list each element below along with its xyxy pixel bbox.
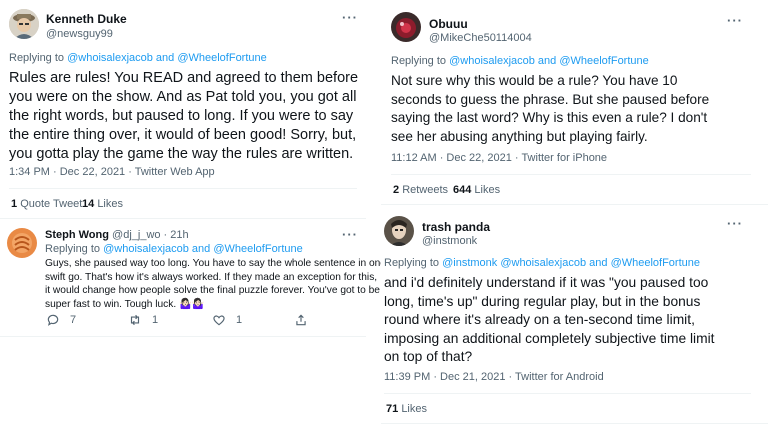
timestamp[interactable]: 11:39 PM · Dec 21, 2021 · Twitter for An… [384, 371, 604, 383]
share-button[interactable] [294, 313, 308, 327]
tweet-line: see her abusing anything but playing fai… [391, 128, 648, 144]
avatar[interactable] [9, 9, 39, 39]
share-icon [296, 314, 306, 326]
replying-prefix: Replying to [9, 52, 68, 64]
tweet-text: Rules are rules! You READ and agreed to … [9, 69, 364, 164]
tweet-line: Not sure why this would be a rule? You h… [391, 73, 678, 88]
tweet-line: long, time's up" during regular play, bu… [384, 293, 701, 309]
author-name[interactable]: Steph Wong [45, 229, 109, 241]
retweets-label: Retweets [402, 184, 449, 196]
more-icon[interactable]: ··· [727, 216, 743, 231]
divider [381, 423, 768, 424]
avatar[interactable] [391, 12, 421, 42]
likes-label: Likes [474, 184, 501, 196]
author-handle[interactable]: @MikeChe50114004 [429, 32, 532, 44]
tweet-text: Not sure why this would be a rule? You h… [391, 72, 766, 146]
like-button[interactable]: 1 [212, 313, 242, 327]
divider [0, 218, 366, 219]
retweet-icon [130, 314, 140, 326]
tweet-text: and i'd definitely understand if it was … [384, 274, 764, 367]
retweet-count: 1 [152, 314, 159, 326]
replying-to: Replying to @instmonk @whoisalexjacob an… [384, 257, 700, 269]
more-icon[interactable]: ··· [342, 227, 358, 242]
replying-to: Replying to @whoisalexjacob and @Wheelof… [391, 55, 649, 67]
author-name[interactable]: Kenneth Duke [46, 12, 127, 26]
replying-to: Replying to @whoisalexjacob and @Wheelof… [45, 243, 303, 255]
quote-label: Quote Tweet [20, 198, 83, 210]
tweet-line: round where it's already on a ten-second… [384, 312, 695, 328]
replying-prefix: Replying to [45, 243, 104, 255]
tweet-line: saying the last word? Why is this even a… [391, 110, 708, 125]
tweet-line: Rules are rules! You READ and agreed to … [9, 70, 359, 86]
tweet-line: swift go. That's how it's always worked.… [45, 271, 378, 283]
replying-to: Replying to @whoisalexjacob and @Wheelof… [9, 52, 267, 64]
quote-count: 1 [11, 198, 18, 210]
likes-stat[interactable]: 71 Likes [386, 403, 427, 415]
more-icon[interactable]: ··· [727, 13, 743, 28]
tweet-line: on top of that? [384, 349, 473, 365]
replying-to-link[interactable]: @instmonk @whoisalexjacob and @WheelofFo… [442, 257, 700, 269]
left-panel: Kenneth Duke @newsguy99 ··· Replying to … [0, 0, 386, 435]
divider [381, 204, 768, 205]
more-icon[interactable]: ··· [342, 10, 358, 25]
likes-label: Likes [97, 198, 123, 210]
likes-stat[interactable]: 14 Likes [82, 198, 123, 210]
timestamp[interactable]: 11:12 AM · Dec 22, 2021 · Twitter for iP… [391, 152, 607, 164]
tweet-line: super fast to win. Tough luck. 🤷🏻‍♀️🤷🏻‍♀… [45, 298, 205, 310]
tweet-line: you were on the show. And as Pat told yo… [9, 89, 357, 105]
retweets-count: 2 [393, 184, 400, 196]
author-handle[interactable]: @newsguy99 [46, 28, 113, 40]
author-name[interactable]: Obuuu [429, 17, 468, 31]
reply-count: 7 [70, 314, 77, 326]
avatar[interactable] [7, 228, 37, 258]
likes-label: Likes [401, 403, 427, 415]
replying-prefix: Replying to [391, 55, 450, 67]
like-count: 1 [236, 314, 243, 326]
heart-icon [213, 315, 225, 326]
tweet-line: and i'd definitely understand if it was … [384, 275, 709, 290]
right-panel: Obuuu @MikeChe50114004 ··· Replying to @… [381, 0, 768, 435]
retweet-button[interactable]: 1 [128, 313, 158, 327]
reply-icon [47, 314, 59, 326]
avatar[interactable] [384, 216, 414, 246]
author-handle[interactable]: @dj_j_wo · 21h [112, 229, 189, 241]
tweet-line: the entire thing over, it would of been … [9, 127, 357, 143]
replying-to-link[interactable]: @whoisalexjacob and @WheelofFortune [67, 52, 267, 64]
timestamp[interactable]: 1:34 PM · Dec 22, 2021 · Twitter Web App [9, 166, 215, 178]
tweet-line: imposing an additional completely subjec… [384, 330, 715, 346]
likes-count: 644 [453, 184, 472, 196]
replying-prefix: Replying to [384, 257, 443, 269]
tweet-line: Guys, she paused way too long. You have … [45, 258, 386, 269]
reply-button[interactable]: 7 [46, 313, 76, 327]
likes-count: 71 [386, 403, 399, 415]
divider [391, 174, 751, 175]
tweet-text: Guys, she paused way too long. You have … [45, 257, 386, 311]
divider [9, 188, 357, 189]
divider [0, 336, 366, 337]
author-handle[interactable]: @instmonk [422, 235, 477, 247]
tweet-line: the right words, but paused to long. If … [9, 108, 354, 124]
retweets-stat[interactable]: 2 Retweets [393, 184, 448, 196]
likes-count: 14 [82, 198, 95, 210]
replying-to-link[interactable]: @whoisalexjacob and @WheelofFortune [449, 55, 649, 67]
tweet-line: seconds to guess the phrase. But she pau… [391, 91, 710, 107]
divider [384, 393, 751, 394]
replying-to-link[interactable]: @whoisalexjacob and @WheelofFortune [103, 243, 303, 255]
tweet-line: you gotta play the game the way the rule… [9, 146, 354, 162]
quote-tweets-stat[interactable]: 1 Quote Tweet [11, 198, 82, 210]
author-name[interactable]: trash panda [422, 220, 490, 234]
likes-stat[interactable]: 644 Likes [453, 184, 500, 196]
reply-author-line: Steph Wong @dj_j_wo · 21h [45, 229, 189, 241]
tweet-line: it would change how people solve the fin… [45, 285, 380, 296]
